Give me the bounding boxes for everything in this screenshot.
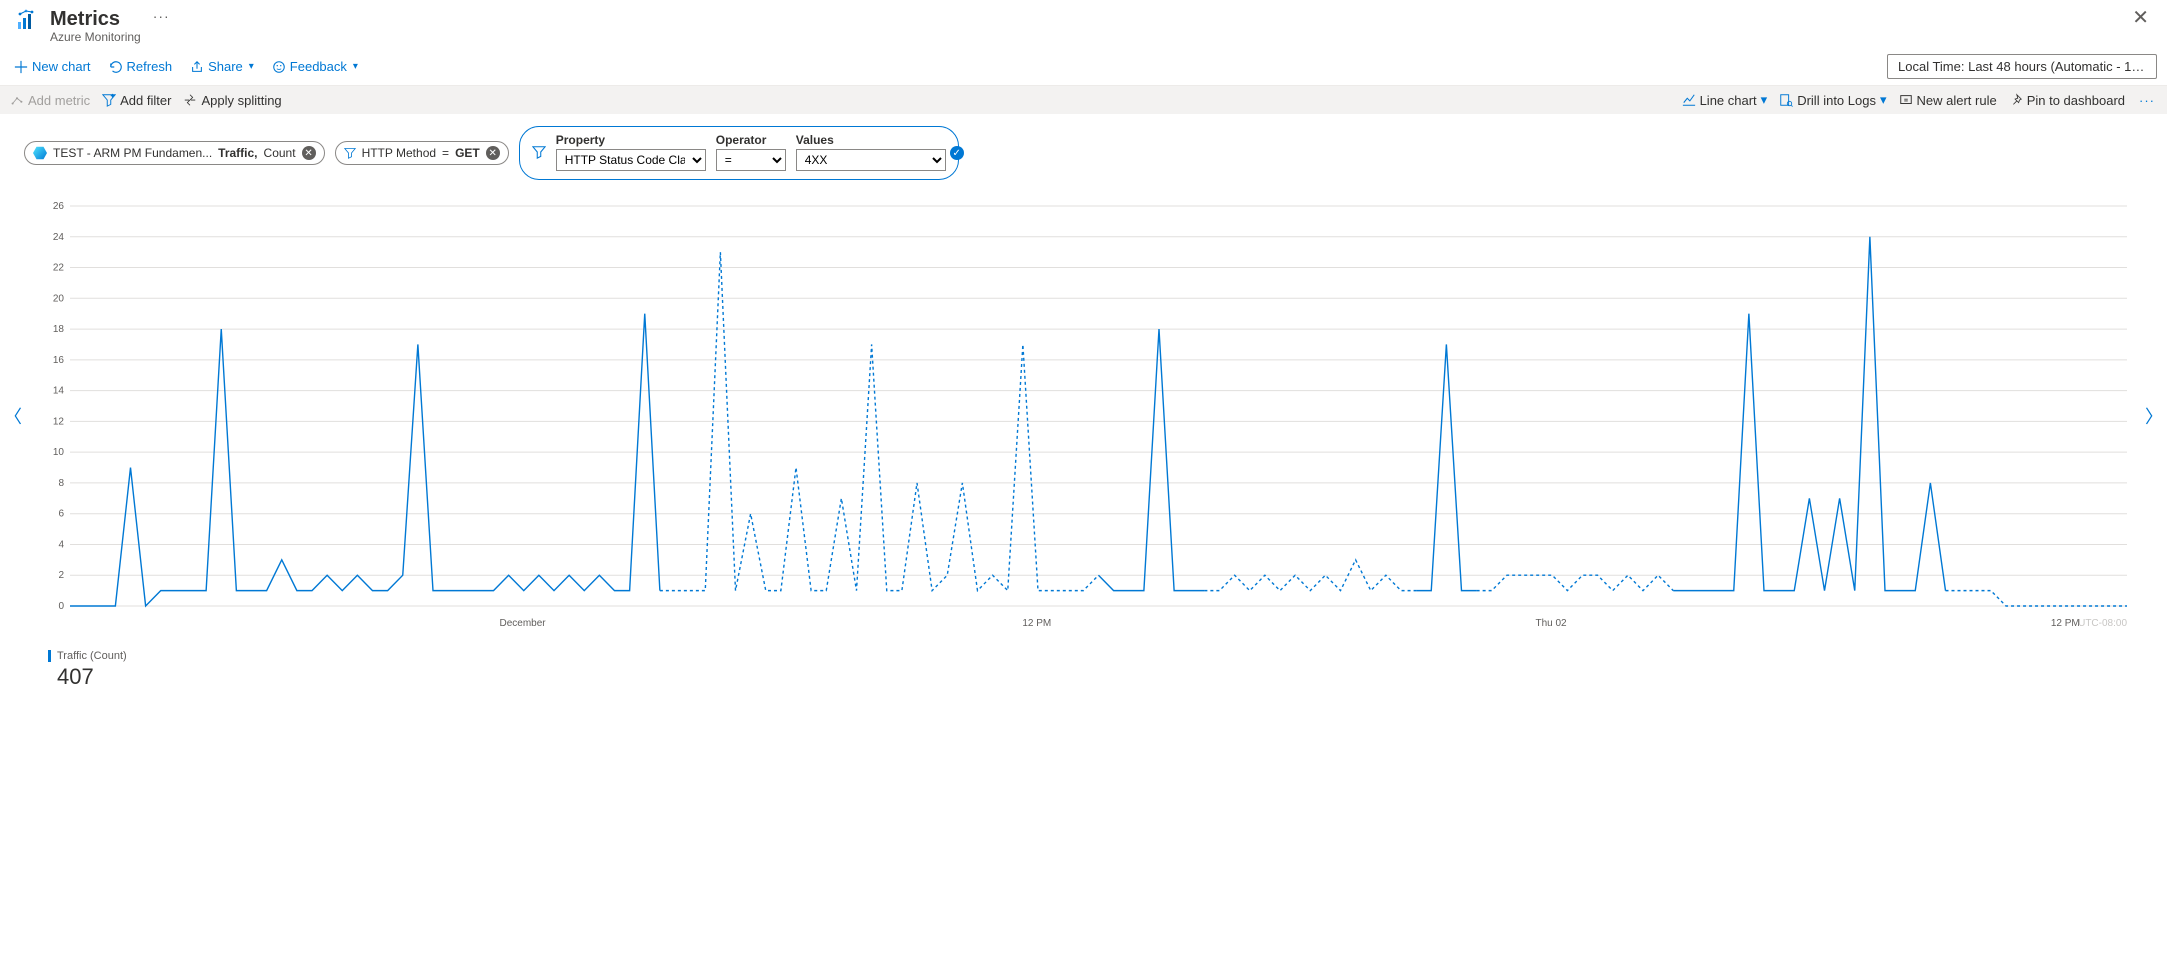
svg-text:20: 20 [53,293,65,304]
filter-icon [102,93,116,107]
svg-text:24: 24 [53,232,65,243]
property-header: Property [556,133,706,147]
apply-splitting-button[interactable]: Apply splitting [183,93,281,108]
new-chart-label: New chart [32,59,91,74]
chevron-down-icon: ▾ [1880,92,1887,108]
splitting-icon [183,93,197,107]
resource-hexagon-icon [33,146,47,160]
svg-text:2: 2 [58,570,64,581]
feedback-label: Feedback [290,59,347,74]
property-select[interactable]: HTTP Status Code Class [556,149,706,171]
prev-chart-button[interactable]: 〈 [0,397,28,435]
svg-text:14: 14 [53,386,65,397]
legend-series-title: Traffic (Count) [48,650,2167,662]
add-filter-button[interactable]: Add filter [102,93,171,108]
chart-toolbar: Add metric Add filter Apply splitting Li… [0,86,2167,114]
filter-pill-value: GET [455,146,480,160]
filter-builder: Property HTTP Status Code Class Operator… [519,126,959,180]
filter-pill-dimension: HTTP Method [362,146,436,160]
chart-area: 〈 〉 02468101214161820222426December12 PM… [0,186,2167,646]
filter-icon [532,145,546,159]
svg-text:10: 10 [53,447,65,458]
metric-pill-metric: Traffic, [218,146,257,160]
share-label: Share [208,59,243,74]
svg-text:4: 4 [58,539,64,550]
add-metric-icon [10,93,24,107]
svg-text:12 PM: 12 PM [2051,618,2080,629]
operator-header: Operator [716,133,786,147]
plus-icon [14,60,28,74]
svg-text:6: 6 [58,509,64,520]
new-alert-label: New alert rule [1917,93,1997,108]
chart-type-dropdown[interactable]: Line chart ▾ [1682,92,1768,108]
svg-text:16: 16 [53,355,65,366]
add-metric-label: Add metric [28,93,90,108]
svg-text:0: 0 [58,601,64,612]
page-header: Metrics Azure Monitoring ··· ✕ [0,0,2167,48]
svg-text:Thu 02: Thu 02 [1535,618,1567,629]
new-chart-button[interactable]: New chart [10,55,95,78]
feedback-button[interactable]: Feedback ▾ [268,55,362,78]
svg-text:12: 12 [53,416,65,427]
svg-text:8: 8 [58,478,64,489]
share-button[interactable]: Share ▾ [186,55,258,78]
add-filter-label: Add filter [120,93,171,108]
page-title: Metrics [50,8,141,30]
line-chart[interactable]: 02468101214161820222426December12 PMThu … [30,196,2137,636]
add-metric-button[interactable]: Add metric [10,93,90,108]
line-chart-icon [1682,93,1696,107]
more-options-button[interactable]: ··· [2137,93,2157,108]
next-chart-button[interactable]: 〉 [2139,397,2167,435]
operator-select[interactable]: = [716,149,786,171]
values-select[interactable]: 4XX [796,149,946,171]
drill-logs-button[interactable]: Drill into Logs ▾ [1779,92,1886,108]
pin-icon [2009,93,2023,107]
page-subtitle: Azure Monitoring [50,30,141,44]
metric-filter-row: TEST - ARM PM Fundamen... Traffic, Count… [0,114,2167,186]
pin-dashboard-label: Pin to dashboard [2027,93,2125,108]
chevron-down-icon: ▾ [249,61,254,72]
close-button[interactable]: ✕ [2132,8,2149,28]
alert-icon [1899,93,1913,107]
remove-metric-button[interactable]: ✕ [302,146,316,160]
new-alert-button[interactable]: New alert rule [1899,93,1997,108]
refresh-label: Refresh [127,59,173,74]
chevron-down-icon: ▾ [353,61,358,72]
refresh-icon [109,60,123,74]
filter-pill[interactable]: HTTP Method = GET ✕ [335,141,509,165]
chart-legend: Traffic (Count) 407 [0,646,2167,720]
metrics-icon [16,8,40,35]
svg-text:22: 22 [53,263,65,274]
smiley-icon [272,60,286,74]
chart-type-label: Line chart [1700,93,1757,108]
refresh-button[interactable]: Refresh [105,55,177,78]
svg-text:UTC-08:00: UTC-08:00 [2078,618,2127,629]
svg-text:26: 26 [53,201,65,212]
metric-pill[interactable]: TEST - ARM PM Fundamen... Traffic, Count… [24,141,325,165]
share-icon [190,60,204,74]
time-range-picker[interactable]: Local Time: Last 48 hours (Automatic - 1… [1887,54,2157,79]
command-bar: New chart Refresh Share ▾ Feedback ▾ Loc… [0,48,2167,86]
legend-series-value: 407 [48,664,2167,690]
logs-icon [1779,93,1793,107]
pin-dashboard-button[interactable]: Pin to dashboard [2009,93,2125,108]
values-header: Values [796,133,946,147]
svg-text:18: 18 [53,324,65,335]
filter-pill-operator: = [442,146,449,160]
metric-pill-resource: TEST - ARM PM Fundamen... [53,146,212,160]
apply-filter-check-icon[interactable]: ✓ [950,146,964,160]
metric-pill-aggregation: Count [264,146,296,160]
svg-text:12 PM: 12 PM [1022,618,1051,629]
filter-icon [344,147,356,159]
chevron-down-icon: ▾ [1761,92,1768,108]
remove-filter-button[interactable]: ✕ [486,146,500,160]
drill-logs-label: Drill into Logs [1797,93,1876,108]
svg-text:December: December [499,618,546,629]
apply-splitting-label: Apply splitting [201,93,281,108]
header-more-button[interactable]: ··· [153,8,170,24]
